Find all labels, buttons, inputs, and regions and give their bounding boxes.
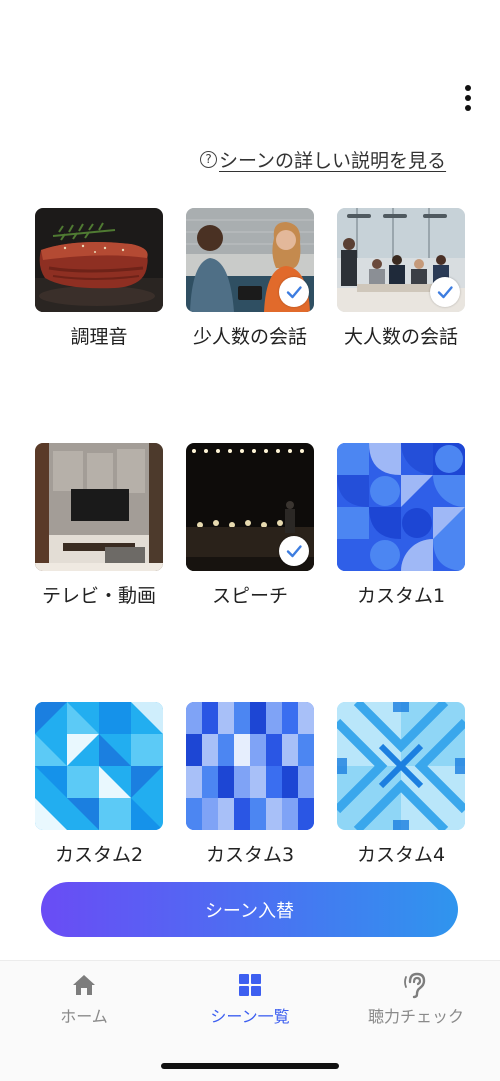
scene-label: カスタム1 xyxy=(356,585,446,607)
custom-pattern-3 xyxy=(186,702,314,830)
scene-label: カスタム3 xyxy=(205,844,295,866)
scene-tile-cooking[interactable]: 調理音 xyxy=(35,208,163,349)
custom-pattern-1 xyxy=(337,443,465,571)
scene-label: 大人数の会話 xyxy=(343,326,458,348)
more-vertical-icon xyxy=(465,85,471,111)
scene-label: 調理音 xyxy=(70,326,128,348)
tab-label: ホーム xyxy=(60,1007,108,1026)
selected-check-icon xyxy=(279,277,309,307)
tab-home[interactable]: ホーム xyxy=(53,971,115,1027)
custom-pattern-4 xyxy=(337,702,465,830)
scene-label: テレビ・動画 xyxy=(41,585,156,607)
scene-help-link[interactable]: ? シーンの詳しい説明を見る xyxy=(200,146,446,172)
home-icon xyxy=(70,971,98,999)
scene-label: スピーチ xyxy=(211,585,288,607)
scene-tile-custom-2[interactable]: カスタム2 xyxy=(35,702,163,867)
home-indicator xyxy=(161,1063,339,1069)
small-conversation-photo xyxy=(186,208,314,312)
scene-label: カスタム2 xyxy=(54,844,144,866)
selected-check-icon xyxy=(430,277,460,307)
ear-icon xyxy=(402,971,430,999)
grid-icon xyxy=(236,971,264,999)
steak-photo xyxy=(35,208,163,312)
switch-scene-button[interactable]: シーン入替 xyxy=(41,882,458,937)
scene-tile-tv-video[interactable]: テレビ・動画 xyxy=(35,443,163,608)
scene-tile-custom-4[interactable]: カスタム4 xyxy=(337,702,465,867)
scene-tile-custom-1[interactable]: カスタム1 xyxy=(337,443,465,608)
tab-label: 聴力チェック xyxy=(367,1007,464,1026)
scene-label: 少人数の会話 xyxy=(192,326,307,348)
question-circle-icon: ? xyxy=(200,150,217,168)
scene-grid: 調理音 少人数の会話 大人数の会話 テレビ・動画 スピーチ カスタム1 カスタム… xyxy=(35,208,465,867)
more-options-button[interactable] xyxy=(452,82,484,114)
custom-pattern-2 xyxy=(35,702,163,830)
scene-help-link-text: シーンの詳しい説明を見る xyxy=(219,149,447,172)
scene-tile-large-conversation[interactable]: 大人数の会話 xyxy=(337,208,465,349)
selected-check-icon xyxy=(279,536,309,566)
scene-label: カスタム4 xyxy=(356,844,446,866)
scene-tile-speech[interactable]: スピーチ xyxy=(186,443,314,608)
living-room-tv-photo xyxy=(35,443,163,571)
tab-hearing-check[interactable]: 聴力チェック xyxy=(360,971,472,1027)
scene-tile-custom-3[interactable]: カスタム3 xyxy=(186,702,314,867)
scene-tile-small-conversation[interactable]: 少人数の会話 xyxy=(186,208,314,349)
large-meeting-photo xyxy=(337,208,465,312)
tab-label: シーン一覧 xyxy=(210,1007,290,1026)
stage-speech-photo xyxy=(186,443,314,571)
tab-scene-list[interactable]: シーン一覧 xyxy=(200,971,300,1027)
